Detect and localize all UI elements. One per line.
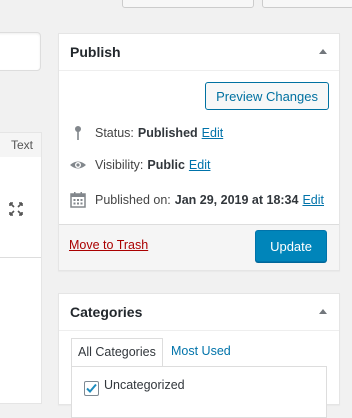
pin-icon: [75, 126, 81, 140]
published-label: Published on:: [95, 193, 171, 207]
tab-text[interactable]: Text: [11, 138, 33, 152]
publish-title: Publish: [70, 44, 121, 60]
status-edit-link[interactable]: Edit: [202, 126, 224, 140]
update-button[interactable]: Update: [255, 230, 327, 262]
collapse-arrow-icon[interactable]: [319, 309, 327, 314]
major-publishing-actions: Move to Trash Update: [59, 224, 339, 270]
category-label: Uncategorized: [104, 378, 185, 392]
collapse-arrow-icon[interactable]: [319, 49, 327, 54]
visibility-edit-link[interactable]: Edit: [189, 158, 211, 172]
editor-tabs: Text: [0, 133, 41, 158]
checkmark-icon: [86, 383, 97, 393]
header-button-1[interactable]: [122, 0, 254, 8]
calendar-icon: [70, 192, 86, 208]
visibility-row: Visibility: Public Edit: [69, 156, 210, 174]
published-on-row: Published on: Jan 29, 2019 at 18:34 Edit: [69, 191, 324, 209]
post-title-input[interactable]: [0, 32, 41, 71]
status-value: Published: [137, 126, 198, 140]
categories-title: Categories: [70, 304, 143, 320]
categories-header[interactable]: Categories: [59, 294, 339, 331]
post-editor: Text: [0, 132, 42, 404]
category-checkbox[interactable]: [84, 381, 99, 396]
fullscreen-icon[interactable]: [8, 201, 24, 217]
categories-box: Categories All Categories Most Used Unca…: [58, 293, 340, 418]
visibility-value: Public: [147, 158, 185, 172]
tab-most-used[interactable]: Most Used: [171, 338, 231, 366]
publish-header[interactable]: Publish: [59, 34, 339, 71]
tab-all-categories[interactable]: All Categories: [71, 338, 163, 368]
status-label: Status:: [95, 126, 134, 140]
status-row: Status: Published Edit: [69, 124, 223, 142]
editor-toolbar: [0, 157, 41, 258]
move-to-trash-link[interactable]: Move to Trash: [69, 238, 148, 252]
preview-changes-button[interactable]: Preview Changes: [205, 82, 329, 110]
visibility-label: Visibility:: [95, 158, 144, 172]
header-button-2[interactable]: [262, 0, 352, 8]
eye-icon: [70, 161, 86, 169]
published-edit-link[interactable]: Edit: [302, 193, 324, 207]
category-checklist: Uncategorized: [71, 366, 327, 418]
publish-box: Publish Preview Changes Status: Publishe…: [58, 33, 340, 271]
published-date: Jan 29, 2019 at 18:34: [174, 193, 299, 207]
